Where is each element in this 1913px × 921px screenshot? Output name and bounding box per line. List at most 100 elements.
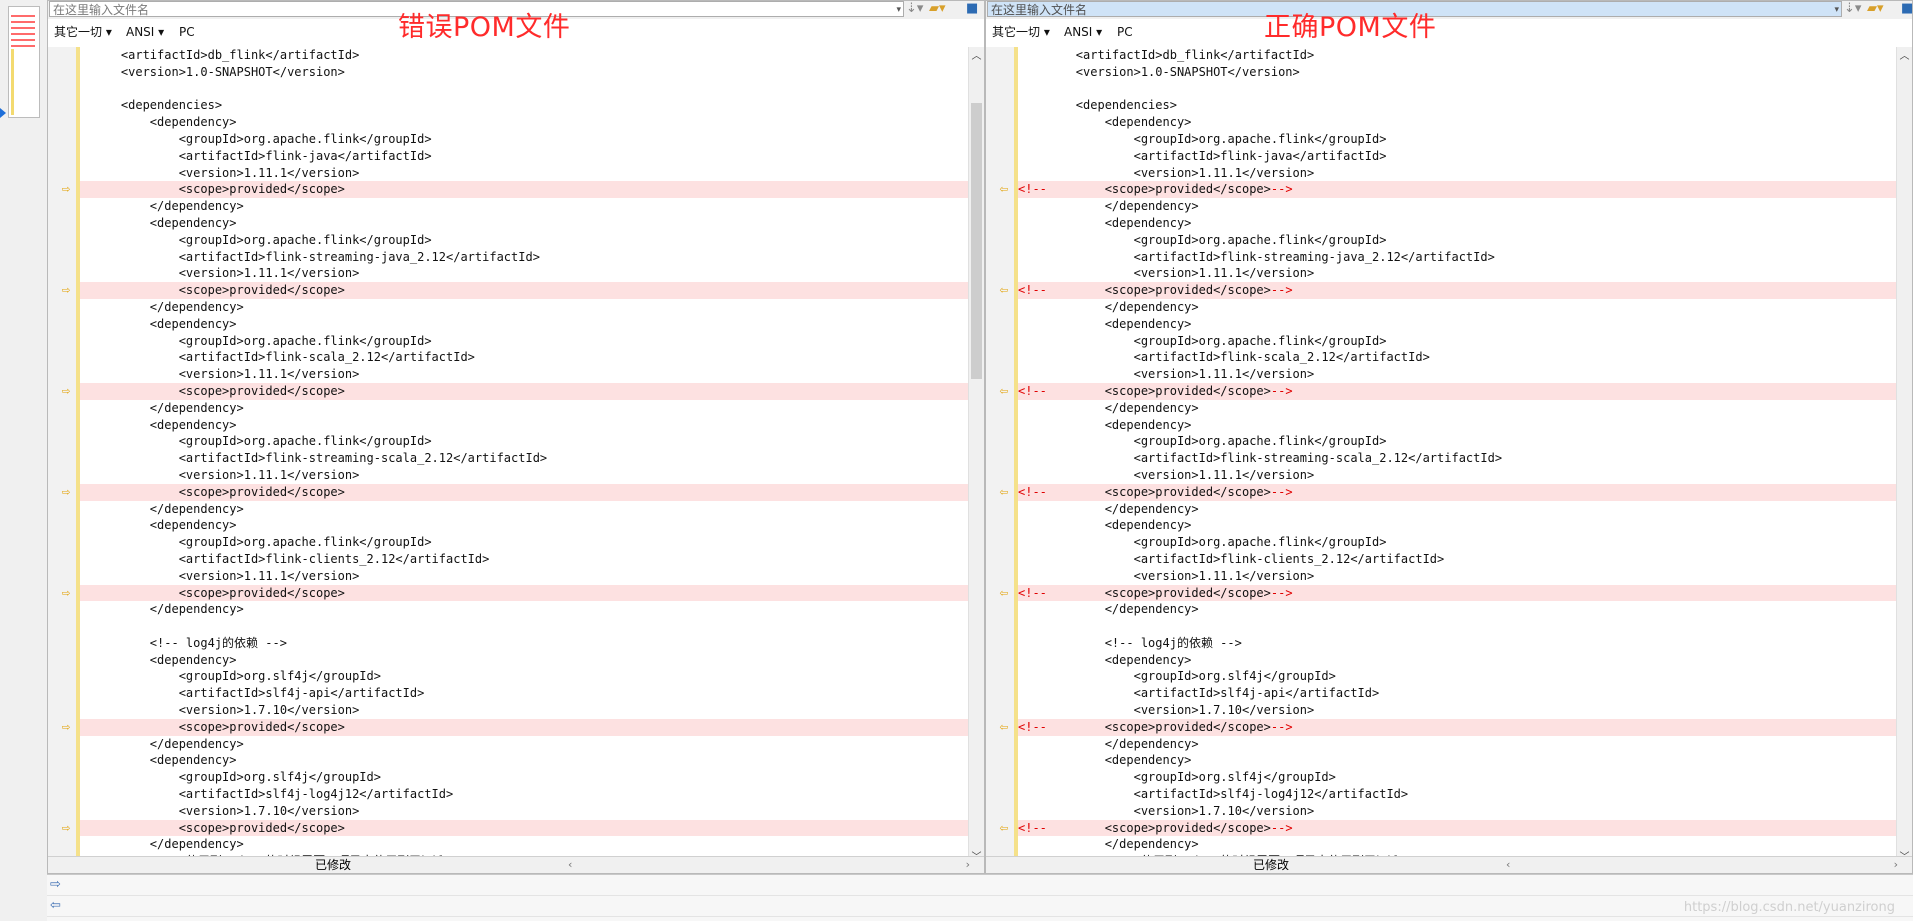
left-scroll-thumb[interactable] bbox=[971, 103, 982, 379]
code-line[interactable]: </dependency> bbox=[1018, 601, 1901, 618]
code-line[interactable]: <groupId>org.apache.flink</groupId> bbox=[80, 333, 973, 350]
arrow-left-icon[interactable]: ⇦ bbox=[990, 181, 1018, 198]
diff-line[interactable]: ⇨ <scope>provided</scope> bbox=[62, 382, 973, 400]
diff-line[interactable]: ⇦ <!-- <scope>provided</scope>--> bbox=[1000, 718, 1901, 736]
chevron-down-icon[interactable]: ▾ bbox=[896, 2, 901, 18]
code-line[interactable]: </dependency> bbox=[1018, 400, 1901, 417]
arrow-right-icon[interactable]: ⇨ bbox=[52, 719, 80, 736]
code-line[interactable]: <dependency> bbox=[1018, 215, 1901, 232]
arrow-right-icon[interactable]: ⇨ bbox=[52, 484, 80, 501]
code-line[interactable]: <groupId>org.apache.flink</groupId> bbox=[1018, 131, 1901, 148]
code-line[interactable]: <artifactId>flink-scala_2.12</artifactId… bbox=[1018, 349, 1901, 366]
right-encoding-select[interactable]: ANSI ▾ bbox=[1064, 21, 1102, 43]
arrow-left-icon[interactable]: ⇦ bbox=[990, 719, 1018, 736]
code-line[interactable]: <version>1.11.1</version> bbox=[1018, 165, 1901, 182]
code-line[interactable]: <groupId>org.apache.flink</groupId> bbox=[80, 534, 973, 551]
code-line[interactable]: <groupId>org.apache.flink</groupId> bbox=[1018, 433, 1901, 450]
diff-line[interactable]: ⇦ <!-- <scope>provided</scope>--> bbox=[1000, 584, 1901, 602]
code-line[interactable]: <dependency> bbox=[1018, 114, 1901, 131]
code-line[interactable]: <version>1.7.10</version> bbox=[80, 803, 973, 820]
code-line[interactable]: <artifactId>flink-clients_2.12</artifact… bbox=[80, 551, 973, 568]
code-line[interactable]: <dependency> bbox=[80, 114, 973, 131]
open-folder-icon[interactable]: ▰▾ bbox=[1867, 1, 1884, 17]
right-filter-select[interactable]: 其它一切 ▾ bbox=[992, 21, 1050, 43]
code-line[interactable]: <version>1.11.1</version> bbox=[80, 467, 973, 484]
arrow-right-icon[interactable]: ⇨ bbox=[52, 383, 80, 400]
diff-line[interactable]: ⇦ <!-- <scope>provided</scope>--> bbox=[1000, 282, 1901, 299]
code-line[interactable]: <artifactId>flink-java</artifactId> bbox=[80, 148, 973, 165]
code-line[interactable]: <version>1.11.1</version> bbox=[80, 165, 973, 182]
right-code-view[interactable]: <artifactId>db_flink</artifactId> <versi… bbox=[986, 47, 1901, 863]
code-line[interactable] bbox=[1018, 81, 1901, 98]
code-line[interactable]: <artifactId>slf4j-log4j12</artifactId> bbox=[1018, 786, 1901, 803]
chevron-down-icon[interactable]: ▾ bbox=[1834, 2, 1839, 18]
code-line[interactable]: <!-- log4j的依赖 --> bbox=[80, 635, 973, 652]
code-line[interactable]: <groupId>org.apache.flink</groupId> bbox=[1018, 333, 1901, 350]
code-line[interactable]: <dependency> bbox=[80, 752, 973, 769]
diff-line[interactable]: ⇨ <scope>provided</scope> bbox=[62, 483, 973, 501]
open-folder-icon[interactable]: ▰▾ bbox=[929, 1, 946, 17]
code-line[interactable]: <dependency> bbox=[1018, 316, 1901, 333]
code-line[interactable]: </dependency> bbox=[1018, 736, 1901, 753]
left-code-view[interactable]: <artifactId>db_flink</artifactId> <versi… bbox=[48, 47, 973, 863]
code-line[interactable]: <!-- log4j的依赖 --> bbox=[1018, 635, 1901, 652]
code-line[interactable]: <artifactId>flink-streaming-scala_2.12</… bbox=[80, 450, 973, 467]
diff-line[interactable]: ⇦ <!-- <scope>provided</scope>--> bbox=[1000, 181, 1901, 199]
code-line[interactable]: </dependency> bbox=[80, 836, 973, 853]
left-eol-label[interactable]: PC bbox=[179, 21, 195, 43]
arrow-left-icon[interactable]: ⇦ bbox=[990, 585, 1018, 602]
code-line[interactable]: </dependency> bbox=[80, 198, 973, 215]
code-line[interactable]: <artifactId>flink-streaming-java_2.12</a… bbox=[80, 249, 973, 266]
code-line[interactable]: <version>1.7.10</version> bbox=[80, 702, 973, 719]
code-line[interactable]: <dependencies> bbox=[1018, 97, 1901, 114]
diff-line[interactable]: ⇦ <!-- <scope>provided</scope>--> bbox=[1000, 819, 1901, 837]
code-line[interactable]: </dependency> bbox=[80, 736, 973, 753]
code-line[interactable]: </dependency> bbox=[80, 299, 973, 316]
diff-line[interactable]: ⇨ <scope>provided</scope> bbox=[62, 718, 973, 736]
code-line[interactable]: </dependency> bbox=[1018, 198, 1901, 215]
code-line[interactable]: <version>1.11.1</version> bbox=[1018, 568, 1901, 585]
code-line[interactable]: <dependency> bbox=[1018, 652, 1901, 669]
code-line[interactable]: <version>1.7.10</version> bbox=[1018, 803, 1901, 820]
diff-line[interactable]: ⇨ <scope>provided</scope> bbox=[62, 181, 973, 199]
right-detail-row[interactable]: ⇦ bbox=[47, 896, 1913, 917]
code-line[interactable]: <dependency> bbox=[80, 652, 973, 669]
arrow-right-icon[interactable]: ⇨ bbox=[52, 282, 80, 299]
code-line[interactable]: <groupId>org.slf4j</groupId> bbox=[1018, 769, 1901, 786]
scroll-right-icon[interactable]: › bbox=[966, 857, 970, 873]
code-line[interactable]: <version>1.11.1</version> bbox=[80, 568, 973, 585]
code-line[interactable]: <dependency> bbox=[1018, 417, 1901, 434]
arrow-left-icon[interactable]: ⇦ bbox=[990, 820, 1018, 837]
code-line[interactable]: <dependency> bbox=[80, 417, 973, 434]
code-line[interactable]: <artifactId>db_flink</artifactId> bbox=[80, 47, 973, 64]
code-line[interactable]: <version>1.7.10</version> bbox=[1018, 702, 1901, 719]
code-line[interactable]: <dependency> bbox=[1018, 752, 1901, 769]
arrow-down-icon[interactable]: ⇣▾ bbox=[906, 1, 923, 17]
code-line[interactable]: </dependency> bbox=[80, 601, 973, 618]
code-line[interactable] bbox=[80, 618, 973, 635]
arrow-left-icon[interactable]: ⇦ bbox=[990, 383, 1018, 400]
code-line[interactable]: </dependency> bbox=[1018, 299, 1901, 316]
code-line[interactable]: <groupId>org.apache.flink</groupId> bbox=[1018, 534, 1901, 551]
scroll-left-icon[interactable]: ‹ bbox=[1506, 857, 1510, 873]
code-line[interactable]: <artifactId>flink-scala_2.12</artifactId… bbox=[80, 349, 973, 366]
code-line[interactable]: <dependency> bbox=[80, 316, 973, 333]
diff-line[interactable]: ⇨ <scope>provided</scope> bbox=[62, 819, 973, 837]
code-line[interactable]: <dependency> bbox=[80, 215, 973, 232]
left-vertical-scrollbar[interactable]: ︿ ﹀ bbox=[968, 47, 984, 863]
save-icon[interactable]: ■ bbox=[1901, 1, 1913, 17]
scroll-right-icon[interactable]: › bbox=[1894, 857, 1898, 873]
code-line[interactable]: </dependency> bbox=[80, 501, 973, 518]
code-line[interactable]: <groupId>org.apache.flink</groupId> bbox=[80, 131, 973, 148]
code-line[interactable]: <dependencies> bbox=[80, 97, 973, 114]
code-line[interactable]: <groupId>org.slf4j</groupId> bbox=[80, 668, 973, 685]
scroll-up-icon[interactable]: ︿ bbox=[969, 47, 984, 62]
code-line[interactable] bbox=[1018, 618, 1901, 635]
code-line[interactable]: <artifactId>slf4j-api</artifactId> bbox=[1018, 685, 1901, 702]
code-line[interactable]: </dependency> bbox=[1018, 501, 1901, 518]
code-line[interactable]: <groupId>org.apache.flink</groupId> bbox=[1018, 232, 1901, 249]
save-icon[interactable]: ■ bbox=[966, 1, 978, 17]
code-line[interactable]: <artifactId>slf4j-api</artifactId> bbox=[80, 685, 973, 702]
diff-line[interactable]: ⇦ <!-- <scope>provided</scope>--> bbox=[1000, 382, 1901, 400]
code-line[interactable] bbox=[80, 81, 973, 98]
